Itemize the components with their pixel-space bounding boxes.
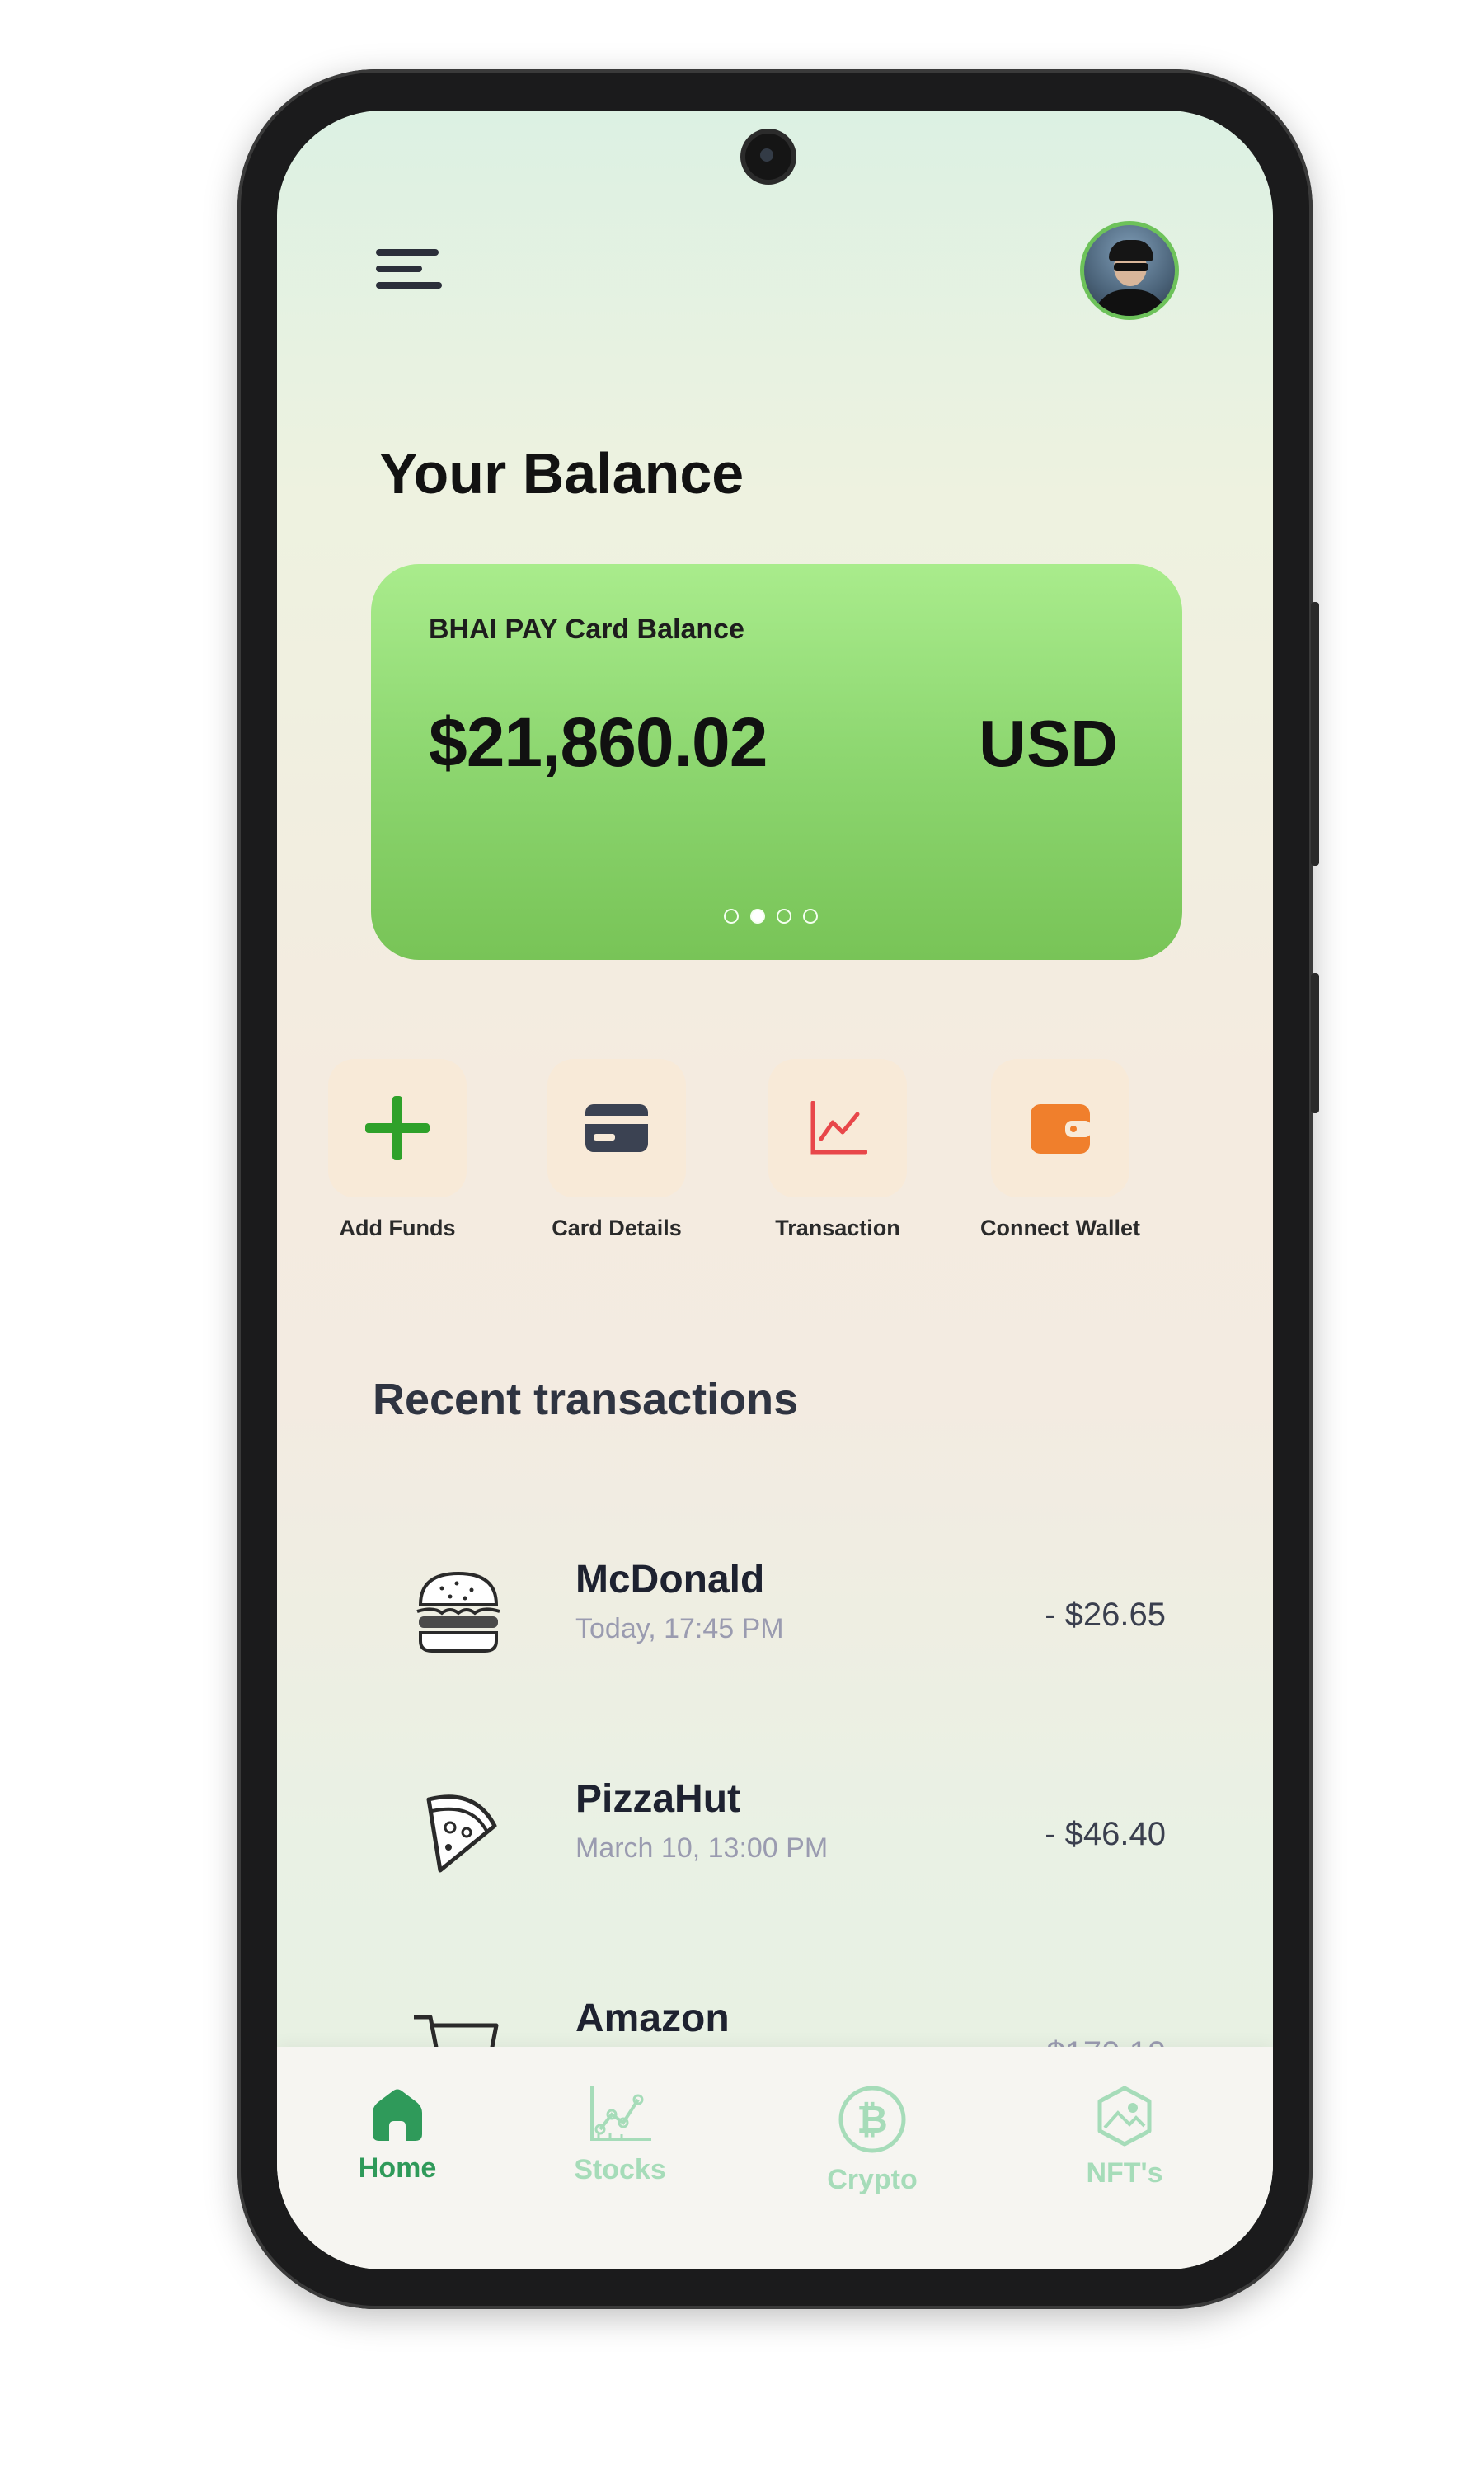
user-avatar[interactable]: [1080, 221, 1179, 320]
avatar-cap: [1109, 240, 1153, 261]
nav-nfts[interactable]: NFT's: [1042, 2085, 1207, 2189]
add-funds-button[interactable]: Add Funds: [298, 1059, 496, 1241]
card-pager: [724, 909, 818, 924]
transaction-row[interactable]: McDonald Today, 17:45 PM - $26.65: [277, 1554, 1273, 1677]
nav-nfts-label: NFT's: [1086, 2157, 1163, 2189]
quick-actions: Add Funds Card Details Transaction Conne…: [277, 1059, 1273, 1240]
connect-wallet-tile[interactable]: [991, 1059, 1129, 1197]
nav-crypto-label: Crypto: [827, 2164, 918, 2195]
add-funds-tile[interactable]: [328, 1059, 467, 1197]
power-button: [1311, 602, 1319, 866]
card-details-label: Card Details: [552, 1216, 682, 1240]
nav-stocks[interactable]: Stocks: [538, 2085, 702, 2186]
pager-dot-active[interactable]: [750, 909, 765, 924]
nav-crypto[interactable]: ₿ Crypto: [790, 2085, 955, 2196]
card-details-tile[interactable]: [547, 1059, 686, 1197]
nav-home-label: Home: [358, 2152, 437, 2184]
transaction-name: McDonald: [575, 1558, 765, 1602]
card-label: BHAI PAY Card Balance: [429, 614, 744, 645]
menu-icon-line: [376, 266, 422, 272]
app-screen: Your Balance BHAI PAY Card Balance $21,8…: [277, 111, 1273, 2269]
nav-stocks-label: Stocks: [574, 2154, 666, 2185]
transaction-amount: - $46.40: [1045, 1816, 1166, 1852]
balance-amount: $21,860.02: [429, 703, 768, 781]
stocks-chart-icon: [590, 2086, 651, 2141]
nav-home[interactable]: Home: [315, 2085, 480, 2185]
burger-icon: [416, 1571, 500, 1653]
transaction-date: Today, 17:45 PM: [575, 1613, 784, 1644]
wallet-icon: [1031, 1104, 1092, 1154]
pager-dot[interactable]: [803, 909, 818, 924]
balance-card[interactable]: BHAI PAY Card Balance $21,860.02 USD: [371, 564, 1182, 960]
svg-text:₿: ₿: [857, 2098, 888, 2141]
transaction-tile[interactable]: [768, 1059, 907, 1197]
pager-dot[interactable]: [724, 909, 739, 924]
transaction-button[interactable]: Transaction: [739, 1059, 937, 1241]
transaction-name: Amazon: [575, 1997, 730, 2040]
bitcoin-icon: ₿: [838, 2086, 906, 2153]
add-funds-label: Add Funds: [339, 1216, 456, 1240]
pizza-icon: [426, 1794, 497, 1873]
home-icon: [373, 2089, 422, 2141]
image-icon: [1097, 2086, 1152, 2147]
card-details-button[interactable]: Card Details: [518, 1059, 716, 1241]
line-chart-icon: [810, 1101, 867, 1155]
menu-button[interactable]: [369, 241, 448, 307]
plus-icon: [365, 1096, 430, 1160]
transaction-date: March 10, 13:00 PM: [575, 1832, 829, 1864]
volume-button: [1311, 973, 1319, 1113]
balance-currency: USD: [979, 707, 1118, 780]
transaction-name: PizzaHut: [575, 1777, 741, 1821]
front-camera: [745, 134, 791, 180]
transaction-amount: - $26.65: [1045, 1597, 1166, 1633]
transaction-label: Transaction: [775, 1216, 900, 1240]
avatar-body: [1092, 289, 1168, 316]
bottom-nav: Home Stocks ₿ Crypto NFT's: [277, 2047, 1273, 2269]
credit-card-icon: [585, 1104, 648, 1152]
connect-wallet-label: Connect Wallet: [979, 1216, 1140, 1240]
menu-icon-line: [376, 282, 442, 289]
hamburger-menu-icon: [376, 249, 439, 256]
page-title: Your Balance: [379, 441, 744, 506]
transaction-row[interactable]: PizzaHut March 10, 13:00 PM - $46.40: [277, 1773, 1273, 1897]
pager-dot[interactable]: [777, 909, 791, 924]
recent-transactions-title: Recent transactions: [373, 1375, 799, 1424]
connect-wallet-button[interactable]: Connect Wallet: [961, 1059, 1159, 1241]
avatar-glasses: [1114, 263, 1148, 271]
